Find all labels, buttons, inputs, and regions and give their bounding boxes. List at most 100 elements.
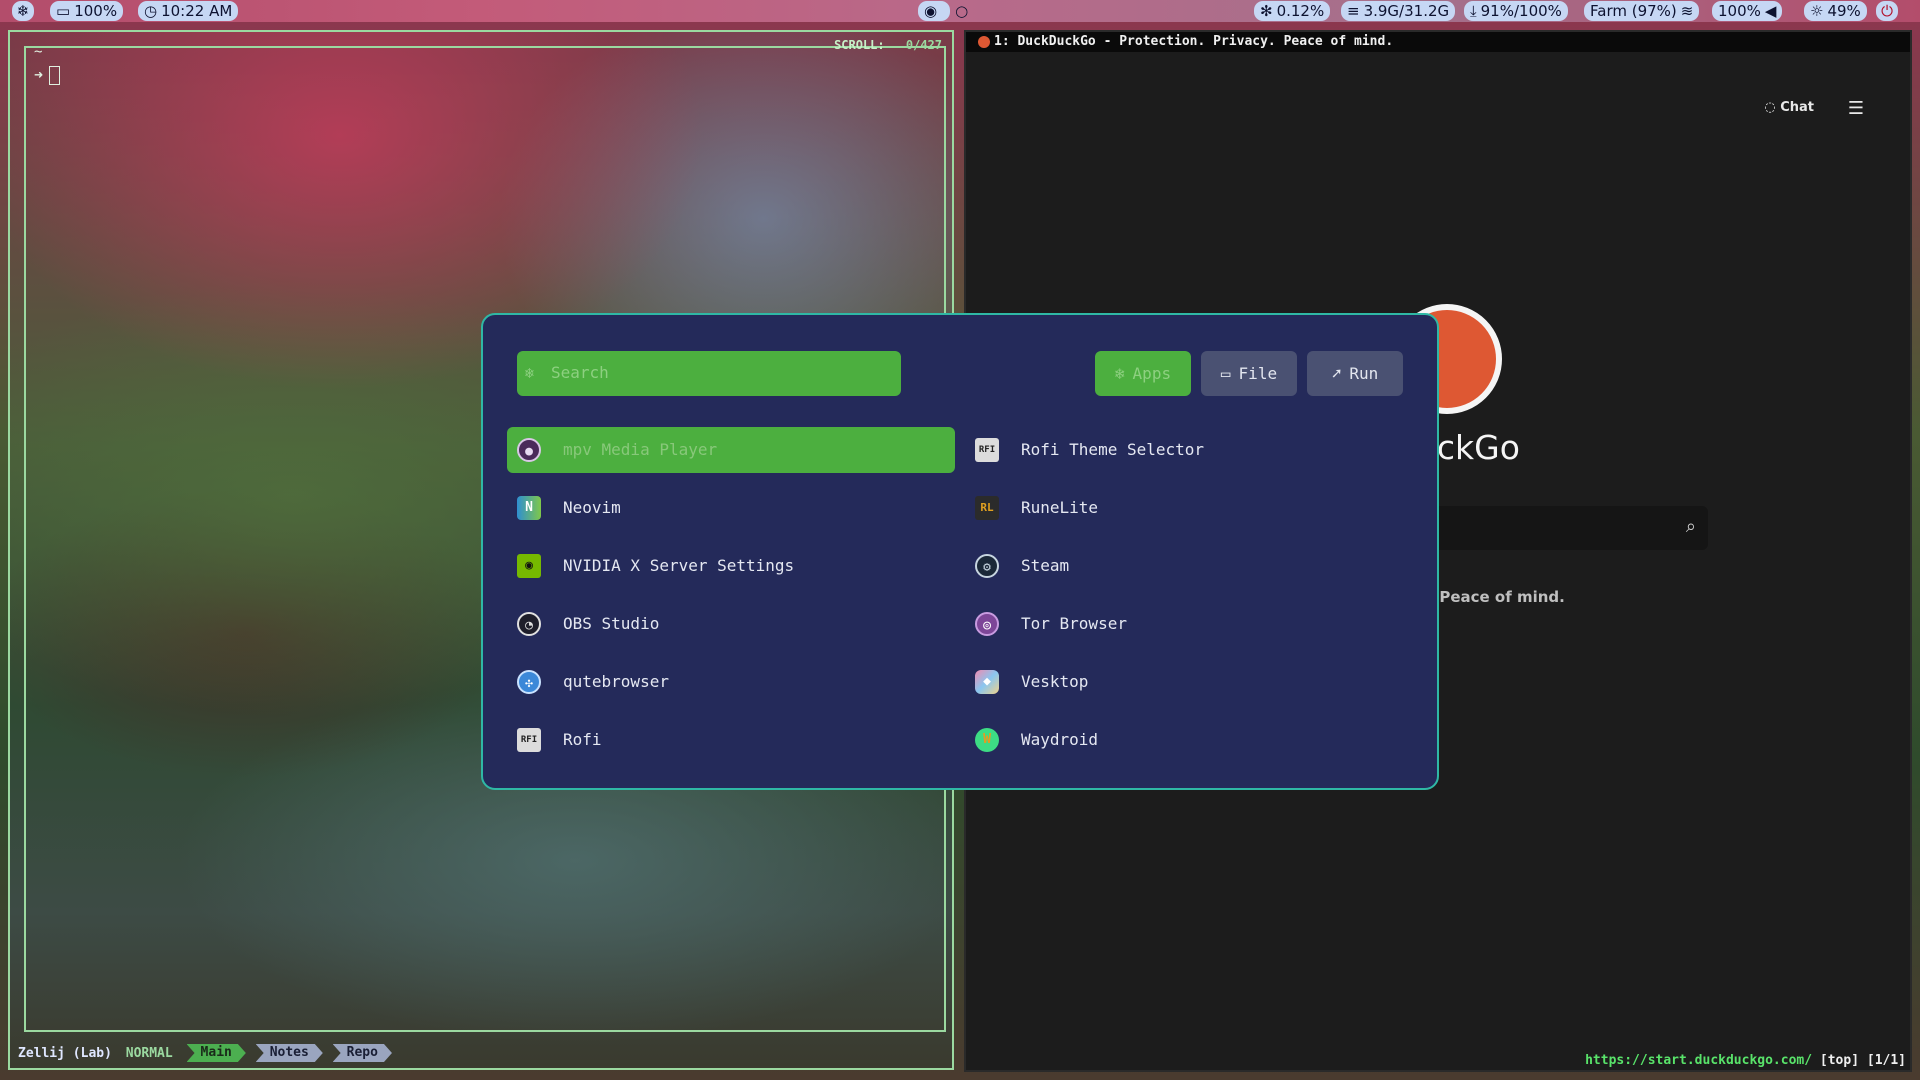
duckduckgo-tagline: y. Peace of mind. — [1420, 588, 1565, 606]
duckduckgo-search-box[interactable]: ⌕ — [1396, 506, 1708, 550]
record-indicator[interactable]: ◉ ○ — [918, 1, 968, 21]
rocket-icon: ➚ — [1331, 364, 1342, 383]
zellij-tab-main[interactable]: Main — [187, 1044, 246, 1062]
app-entry-waydroid[interactable]: W Waydroid — [965, 717, 1413, 763]
mode-apps-label: Apps — [1132, 364, 1172, 383]
idle-icon: ○ — [955, 2, 969, 20]
folder-icon: ▭ — [1220, 364, 1231, 383]
battery-widget[interactable]: ▭ 100% — [50, 1, 124, 21]
chat-label: Chat — [1780, 100, 1814, 115]
app-entry-label: Steam — [1021, 556, 1070, 575]
zellij-statusbar: Zellij (Lab) NORMAL Main Notes Repo — [18, 1044, 394, 1062]
browser-title: 1: DuckDuckGo - Protection. Privacy. Pea… — [994, 34, 1394, 49]
nvidia-icon: ◉ — [517, 554, 541, 578]
app-entry-label: qutebrowser — [563, 672, 669, 691]
wifi-text: Farm (97%) — [1590, 2, 1677, 20]
app-entry-vesktop[interactable]: ◆ Vesktop — [965, 659, 1413, 705]
app-entry-neovim[interactable]: N Neovim — [507, 485, 955, 531]
wifi-widget[interactable]: Farm (97%) ≋ — [1584, 1, 1700, 21]
search-input[interactable]: ❄ Search — [517, 351, 901, 396]
chat-bubble-icon: ◌ — [1764, 100, 1776, 115]
hamburger-menu-icon[interactable]: ☰ — [1848, 98, 1864, 119]
battery-icon: ▭ — [56, 2, 71, 20]
prompt-arrow-icon: ➜ — [34, 66, 44, 84]
download-icon: ⤓ — [1470, 2, 1477, 20]
download-text: 91%/100% — [1480, 2, 1562, 20]
mode-file-button[interactable]: ▭ File — [1201, 351, 1297, 396]
snowflake-icon: ❄ — [16, 2, 30, 20]
obs-icon: ◔ — [517, 612, 541, 636]
memory-icon: ≡ — [1347, 2, 1360, 20]
launcher-button[interactable]: ❄ — [12, 1, 34, 21]
zellij-tab-notes[interactable]: Notes — [256, 1044, 323, 1062]
snowflake-icon: ❄ — [525, 364, 535, 382]
qutebrowser-icon: ✣ — [517, 670, 541, 694]
app-entry-obs[interactable]: ◔ OBS Studio — [507, 601, 955, 647]
app-entry-label: Rofi — [563, 730, 602, 749]
battery-text: 100% — [74, 2, 118, 20]
app-entry-rofi[interactable]: RFI Rofi — [507, 717, 955, 763]
clock-text: 10:22 AM — [161, 2, 233, 20]
browser-titlebar: 1: DuckDuckGo - Protection. Privacy. Pea… — [966, 32, 1910, 52]
steam-icon: ⚙ — [975, 554, 999, 578]
app-entry-runelite[interactable]: RL RuneLite — [965, 485, 1413, 531]
neovim-icon: N — [517, 496, 541, 520]
power-icon: ⏻ — [1881, 2, 1893, 20]
app-entry-label: RuneLite — [1021, 498, 1099, 517]
rofi-icon: RFI — [517, 728, 541, 752]
terminal-prompt[interactable]: ➜ — [34, 66, 61, 85]
app-entry-label: Vesktop — [1021, 672, 1089, 691]
record-icon: ◉ — [924, 2, 938, 20]
mode-file-label: File — [1238, 364, 1278, 383]
snowflake-icon: ❄ — [1114, 364, 1125, 383]
volume-text: 100% — [1718, 2, 1761, 20]
top-bar: ❄ ▭ 100% ◷ 10:22 AM ◉ ○ ✻ 0.12% ≡ 3.9G/31.2G … — [0, 0, 1920, 22]
wifi-icon: ≋ — [1680, 2, 1694, 20]
app-entry-label: Waydroid — [1021, 730, 1099, 749]
app-entry-qutebrowser[interactable]: ✣ qutebrowser — [507, 659, 955, 705]
app-entry-rofi-theme-selector[interactable]: RFI Rofi Theme Selector — [965, 427, 1413, 473]
tor-icon: ◎ — [975, 612, 999, 636]
memory-widget[interactable]: ≡ 3.9G/31.2G — [1341, 1, 1456, 21]
app-entry-label: mpv Media Player — [563, 440, 718, 459]
scroll-value: 0/427 — [905, 38, 942, 52]
cpu-text: 0.12% — [1276, 2, 1325, 20]
mode-apps-button[interactable]: ❄ Apps — [1095, 351, 1191, 396]
brightness-text: 49% — [1827, 2, 1861, 20]
search-icon[interactable]: ⌕ — [1686, 516, 1696, 537]
download-widget[interactable]: ⤓ 91%/100% — [1464, 1, 1568, 21]
terminal-cwd: ~ — [34, 44, 43, 60]
power-button[interactable]: ⏻ — [1876, 1, 1898, 21]
app-entry-steam[interactable]: ⚙ Steam — [965, 543, 1413, 589]
scroll-label: SCROLL: — [834, 38, 885, 52]
zellij-tab-repo[interactable]: Repo — [333, 1044, 392, 1062]
clock-widget[interactable]: ◷ 10:22 AM — [138, 1, 239, 21]
duckduckgo-favicon-icon — [978, 35, 990, 48]
brightness-icon: ☼ — [1810, 2, 1824, 20]
rofi-launcher[interactable]: ❄ Search ❄ Apps ▭ File ➚ Run ● mpv Media Pl… — [481, 313, 1439, 790]
cpu-icon: ✻ — [1260, 2, 1273, 20]
app-entry-label: NVIDIA X Server Settings — [563, 556, 795, 575]
scroll-indicator: SCROLL: 0/427 — [830, 38, 946, 52]
clock-icon: ◷ — [144, 2, 158, 20]
terminal-cursor — [49, 66, 61, 85]
zellij-session: Zellij (Lab) — [18, 1045, 112, 1061]
brightness-widget[interactable]: ☼ 49% — [1804, 1, 1867, 21]
app-entry-label: Tor Browser — [1021, 614, 1127, 633]
mpv-icon: ● — [517, 438, 541, 462]
zellij-mode: NORMAL — [125, 1045, 173, 1061]
cpu-widget[interactable]: ✻ 0.12% — [1254, 1, 1331, 21]
rofi-icon: RFI — [975, 438, 999, 462]
memory-text: 3.9G/31.2G — [1363, 2, 1450, 20]
status-url: https://start.duckduckgo.com/ — [1585, 1053, 1813, 1068]
chat-button[interactable]: ◌ Chat — [1764, 100, 1814, 115]
app-entry-label: Neovim — [563, 498, 621, 517]
runelite-icon: RL — [975, 496, 999, 520]
app-entry-tor-browser[interactable]: ◎ Tor Browser — [965, 601, 1413, 647]
app-entry-nvidia[interactable]: ◉ NVIDIA X Server Settings — [507, 543, 955, 589]
status-position: [top] [1/1] — [1819, 1053, 1906, 1068]
volume-widget[interactable]: 100% ◀ — [1712, 1, 1783, 21]
search-placeholder: Search — [551, 363, 609, 382]
mode-run-button[interactable]: ➚ Run — [1307, 351, 1403, 396]
app-entry-mpv[interactable]: ● mpv Media Player — [507, 427, 955, 473]
